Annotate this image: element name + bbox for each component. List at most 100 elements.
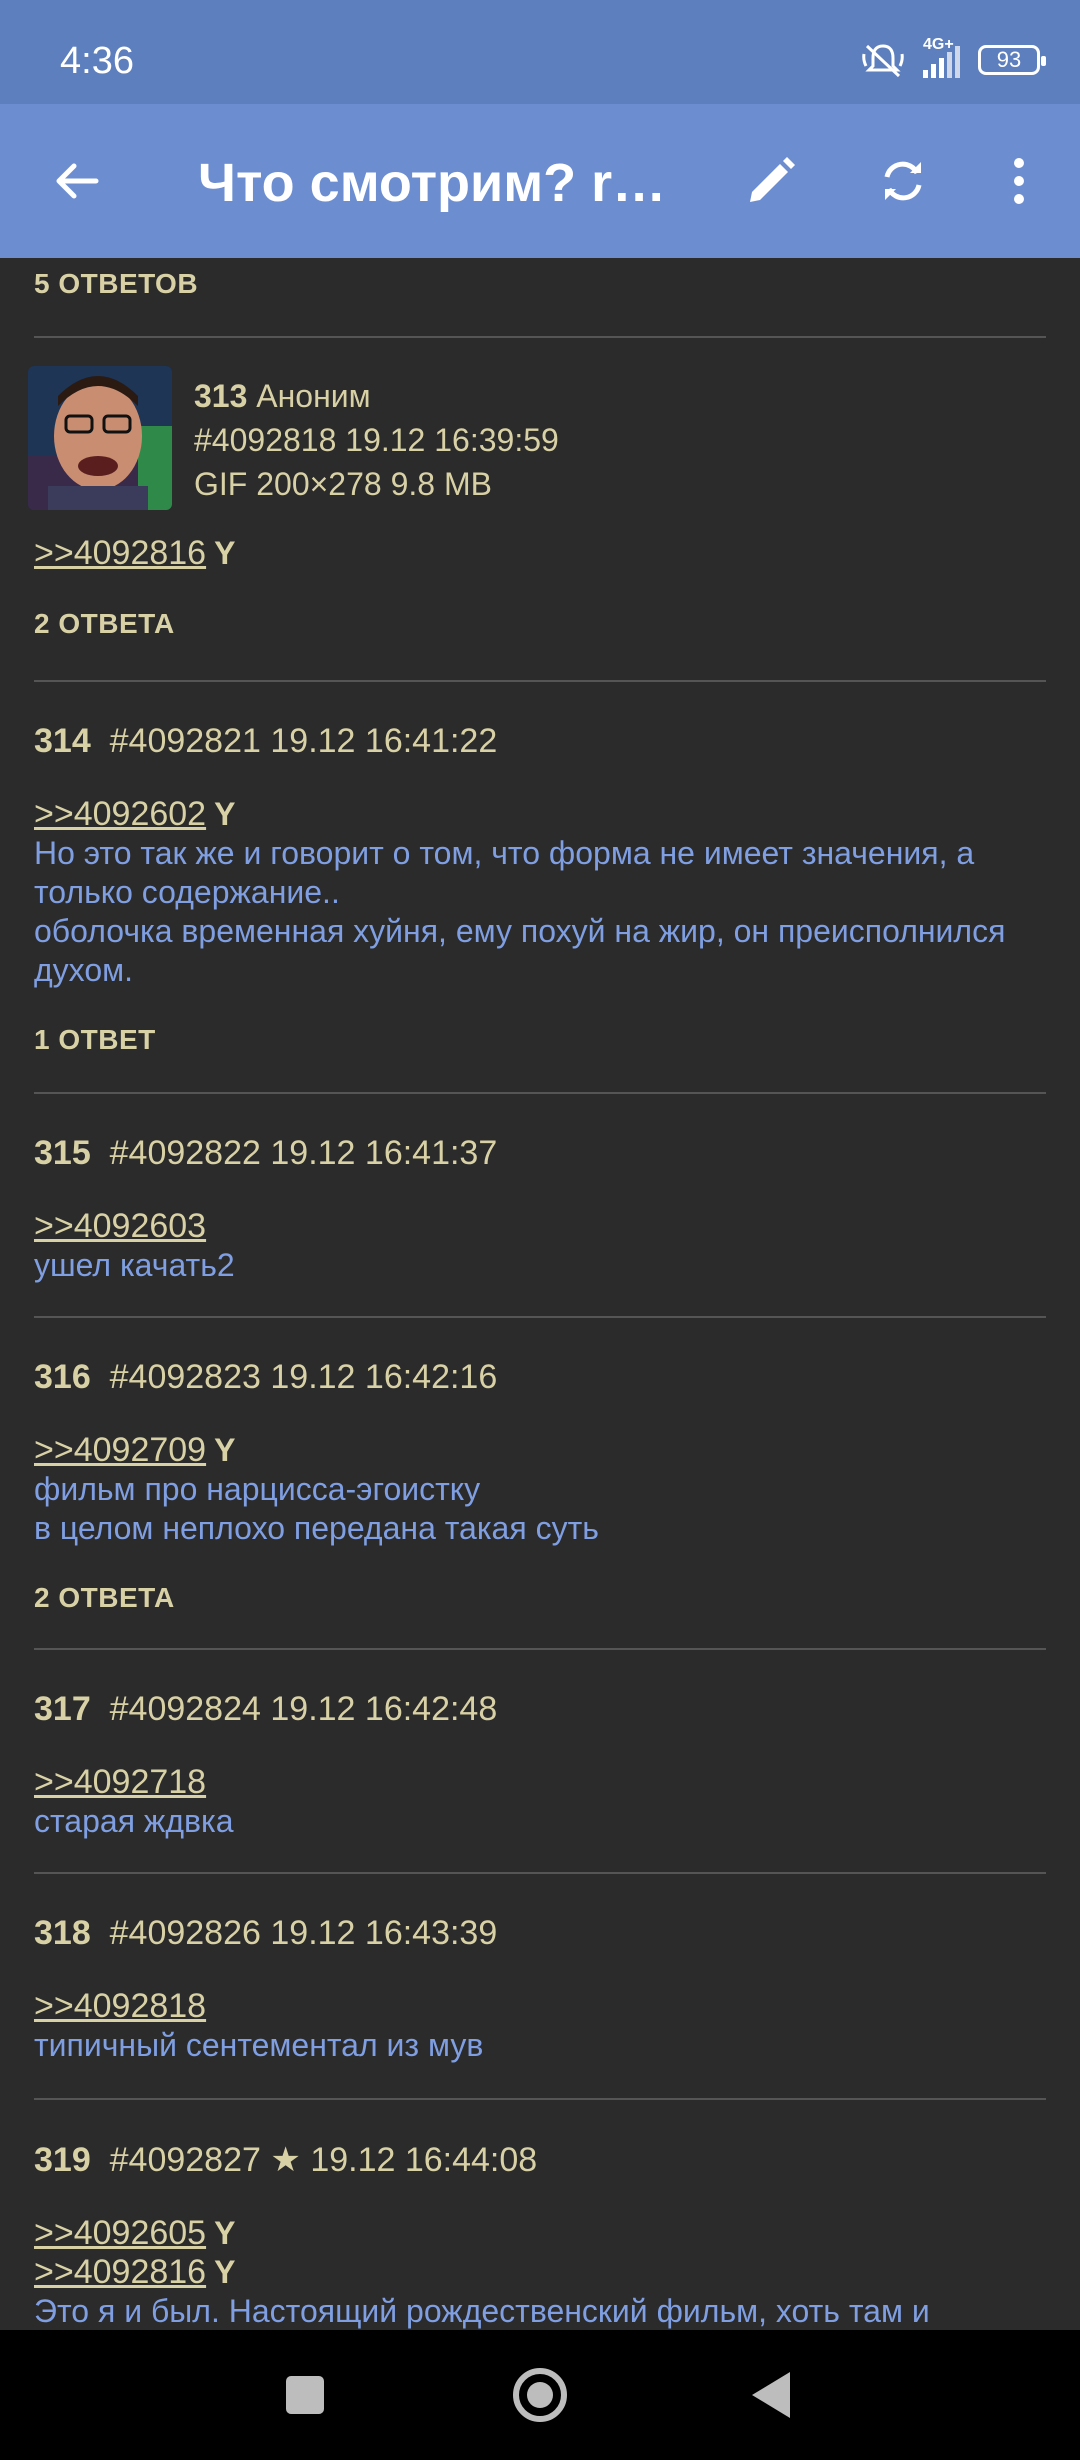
battery-icon: 93 bbox=[978, 45, 1046, 75]
post-date: 19.12 16:39:59 bbox=[345, 422, 559, 458]
post-text-line: Это я и был. Настоящий рождественский фи… bbox=[34, 2293, 930, 2329]
post-text-line: в целом неплохо передана такая суть bbox=[34, 1510, 599, 1546]
post-header: 314 #4092821 19.12 16:41:22 bbox=[34, 722, 1080, 761]
post-body: фильм про нарцисса-эгоистку в целом непл… bbox=[34, 1470, 1054, 1548]
square-icon bbox=[286, 2376, 324, 2414]
quote-link[interactable]: >>4092602 bbox=[34, 795, 206, 833]
battery-level: 93 bbox=[996, 47, 1022, 72]
post-id: #4092823 bbox=[109, 1358, 261, 1396]
you-marker: Y bbox=[214, 796, 236, 832]
quote-link[interactable]: >>4092709 bbox=[34, 1431, 206, 1469]
quote-link[interactable]: >>4092603 bbox=[34, 1207, 206, 1245]
gif-thumbnail-image bbox=[28, 366, 172, 510]
more-options-button[interactable] bbox=[982, 144, 1056, 218]
star-icon: ★ bbox=[270, 2141, 301, 2179]
post-text-line: типичный сентементал из мув bbox=[34, 2027, 484, 2063]
post-header: 318 #4092826 19.12 16:43:39 bbox=[34, 1914, 1080, 1953]
post-318: 318 #4092826 19.12 16:43:39 >>4092818 ти… bbox=[0, 1914, 1080, 2065]
post-id: #4092827 bbox=[109, 2141, 261, 2179]
post-315: 315 #4092822 19.12 16:41:37 >>4092603 уш… bbox=[0, 1134, 1080, 1285]
post-body: типичный сентементал из мув bbox=[34, 2026, 1054, 2065]
back-button[interactable] bbox=[40, 144, 114, 218]
post-body: Но это так же и говорит о том, что форма… bbox=[34, 834, 1054, 990]
thumbnail[interactable] bbox=[28, 366, 172, 510]
refresh-button[interactable] bbox=[866, 144, 940, 218]
post-header: 315 #4092822 19.12 16:41:37 bbox=[34, 1134, 1080, 1173]
post-header: 319 #4092827 ★ 19.12 16:44:08 bbox=[34, 2140, 1080, 2180]
thread-content: 5 ОТВЕТОВ 313 Аноним #4092818 19.12 16:3… bbox=[0, 258, 1080, 2330]
divider bbox=[34, 336, 1046, 338]
post-319: 319 #4092827 ★ 19.12 16:44:08 >>4092605 Y… bbox=[0, 2140, 1080, 2330]
post-id: #4092821 bbox=[109, 722, 261, 760]
divider bbox=[34, 1092, 1046, 1094]
post-date: 19.12 16:42:48 bbox=[270, 1690, 498, 1728]
post-header: 313 Аноним bbox=[194, 374, 559, 418]
signal-icon: 4G+ bbox=[923, 36, 960, 78]
post-id-date: #4092818 19.12 16:39:59 bbox=[194, 418, 559, 462]
replies-count[interactable]: 1 ОТВЕТ bbox=[34, 1024, 1080, 1056]
refresh-icon bbox=[884, 161, 922, 201]
post-text-line: ушел качать2 bbox=[34, 1247, 235, 1283]
post-id: #4092826 bbox=[109, 1914, 261, 1952]
replies-count[interactable]: 2 ОТВЕТА bbox=[34, 1582, 1080, 1614]
status-bar: 4:36 4G+ 93 bbox=[0, 0, 1080, 104]
post-316: 316 #4092823 19.12 16:42:16 >>4092709 Y ф… bbox=[0, 1358, 1080, 1614]
post-body: старая ждвка bbox=[34, 1802, 1054, 1841]
arrow-back-icon bbox=[56, 163, 99, 199]
quote-link[interactable]: >>4092816 bbox=[34, 534, 206, 572]
divider bbox=[34, 1648, 1046, 1650]
divider bbox=[34, 1872, 1046, 1874]
post-date: 19.12 16:43:39 bbox=[270, 1914, 498, 1952]
post-id: #4092818 bbox=[194, 422, 337, 458]
app-bar: Что смотрим? rev... bbox=[0, 104, 1080, 258]
post-317: 317 #4092824 19.12 16:42:48 >>4092718 ст… bbox=[0, 1690, 1080, 1841]
post-text-line: духом. bbox=[34, 952, 133, 988]
reply-button[interactable] bbox=[734, 144, 808, 218]
replies-count[interactable]: 2 ОТВЕТА bbox=[34, 608, 175, 640]
post-body: Это я и был. Настоящий рождественский фи… bbox=[34, 2292, 1054, 2330]
mute-icon bbox=[862, 44, 904, 78]
post-text-line: только содержание.. bbox=[34, 874, 340, 910]
circle-icon bbox=[513, 2368, 567, 2422]
post-header: 316 #4092823 19.12 16:42:16 bbox=[34, 1358, 1080, 1397]
more-vert-icon bbox=[1014, 158, 1024, 204]
post-number: 315 bbox=[34, 1134, 91, 1172]
post-text-line: оболочка временная хуйня, ему похуй на ж… bbox=[34, 913, 1006, 949]
post-number: 313 bbox=[194, 378, 248, 414]
post-number: 319 bbox=[34, 2141, 91, 2179]
post-id: #4092822 bbox=[109, 1134, 261, 1172]
you-marker: Y bbox=[214, 1432, 236, 1468]
quote-link[interactable]: >>4092818 bbox=[34, 1987, 206, 2025]
file-info: GIF 200×278 9.8 MB bbox=[194, 466, 492, 502]
network-type: 4G+ bbox=[923, 36, 954, 53]
you-marker: Y bbox=[214, 2215, 236, 2251]
post-date: 19.12 16:41:22 bbox=[270, 722, 498, 760]
post-number: 317 bbox=[34, 1690, 91, 1728]
replies-count[interactable]: 5 ОТВЕТОВ bbox=[34, 268, 198, 300]
you-marker: Y bbox=[214, 535, 236, 571]
post-author: Аноним bbox=[256, 378, 371, 414]
pencil-icon bbox=[750, 157, 795, 202]
status-icons: 4G+ 93 bbox=[861, 36, 1046, 80]
post-date: 19.12 16:44:08 bbox=[310, 2141, 538, 2179]
quote-link[interactable]: >>4092605 bbox=[34, 2214, 206, 2252]
quote-link[interactable]: >>4092816 bbox=[34, 2253, 206, 2291]
post-date: 19.12 16:41:37 bbox=[270, 1134, 498, 1172]
post-header: 317 #4092824 19.12 16:42:48 bbox=[34, 1690, 1080, 1729]
post-number: 314 bbox=[34, 722, 91, 760]
post-date: 19.12 16:42:16 bbox=[270, 1358, 498, 1396]
post-body: ушел качать2 bbox=[34, 1246, 1054, 1285]
post-text-line: фильм про нарцисса-эгоистку bbox=[34, 1471, 481, 1507]
post-number: 318 bbox=[34, 1914, 91, 1952]
recents-button[interactable] bbox=[268, 2358, 342, 2432]
post-314: 314 #4092821 19.12 16:41:22 >>4092602 Y Н… bbox=[0, 722, 1080, 1056]
home-button[interactable] bbox=[503, 2358, 577, 2432]
you-marker: Y bbox=[214, 2254, 236, 2290]
status-time: 4:36 bbox=[60, 40, 134, 82]
post-text-line: старая ждвка bbox=[34, 1803, 234, 1839]
divider bbox=[34, 2098, 1046, 2100]
back-nav-button[interactable] bbox=[736, 2358, 810, 2432]
system-nav-bar bbox=[0, 2330, 1080, 2460]
thread-title: Что смотрим? rev... bbox=[198, 153, 688, 213]
quote-link[interactable]: >>4092718 bbox=[34, 1763, 206, 1801]
